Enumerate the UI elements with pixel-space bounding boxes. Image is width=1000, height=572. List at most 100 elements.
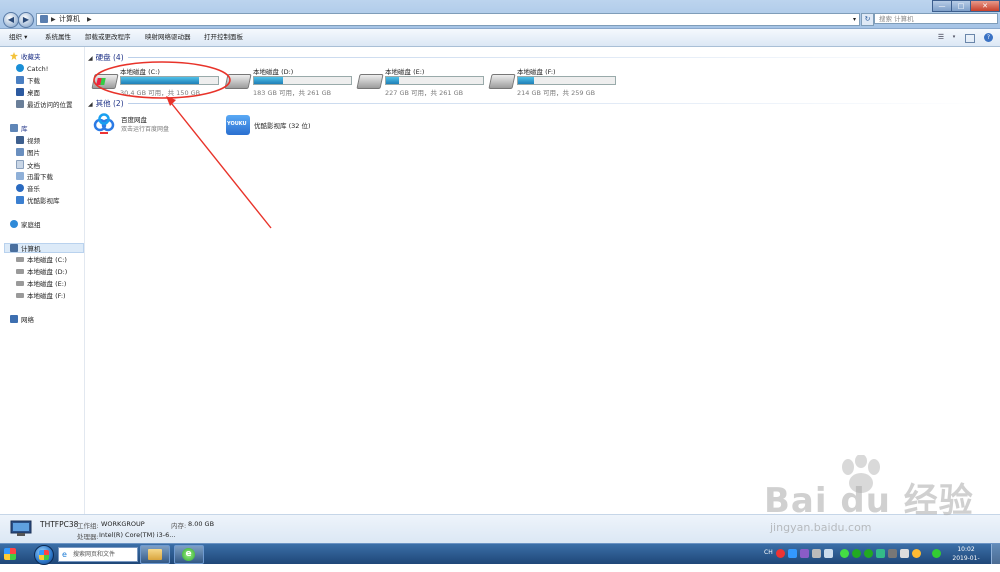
sidebar-item-catch[interactable]: Catch!	[16, 64, 48, 74]
chevron-down-icon[interactable]: ▾	[949, 33, 959, 42]
sidebar-item-drive-d[interactable]: 本地磁盘 (D:)	[16, 267, 67, 277]
drive-f[interactable]: 本地磁盘 (F:) 214 GB 可用，共 259 GB	[488, 66, 622, 98]
sidebar-computer[interactable]: 计算机	[4, 243, 84, 253]
network-icon	[10, 315, 18, 323]
taskbar: e 搜索网页和文件 e CH 10:02 2019-01-12	[0, 543, 1000, 571]
computer-name: THTFPC38	[40, 520, 79, 529]
cpu-value: Intel(R) Core(TM) i3-6...	[99, 531, 176, 539]
taskbar-search-input[interactable]: e 搜索网页和文件	[58, 547, 138, 562]
sidebar-favorites[interactable]: 收藏夹	[10, 52, 41, 62]
sidebar-item-music[interactable]: 音乐	[16, 184, 40, 194]
help-icon[interactable]: ?	[984, 33, 993, 42]
sidebar-item-documents[interactable]: 文档	[16, 160, 40, 170]
preview-pane-icon[interactable]	[965, 34, 975, 43]
cpu-label: 处理器:	[77, 533, 99, 541]
chevron-right-icon: ▶	[87, 16, 92, 23]
sidebar-item-thunder[interactable]: 迅雷下载	[16, 172, 53, 182]
clock[interactable]: 10:02 2019-01-12	[950, 545, 982, 572]
browser-icon: e	[182, 548, 195, 561]
chevron-down-icon[interactable]: ▾	[853, 14, 856, 25]
download-folder-icon	[16, 76, 24, 84]
system-drive-icon	[91, 74, 119, 89]
sidebar-item-drive-e[interactable]: 本地磁盘 (E:)	[16, 279, 66, 289]
baidu-netdisk[interactable]: 百度网盘 双击运行百度网盘	[93, 113, 213, 139]
settings-icon[interactable]	[812, 549, 821, 558]
wifi-icon[interactable]	[840, 549, 849, 558]
shield-icon[interactable]	[876, 549, 885, 558]
taskbar-ie[interactable]: e	[174, 545, 204, 564]
group-divider	[128, 57, 988, 58]
open-control-panel-button[interactable]: 打开控制面板	[204, 29, 243, 46]
sidebar-item-desktop[interactable]: 桌面	[16, 88, 40, 98]
catch-icon	[16, 64, 24, 72]
sidebar-library[interactable]: 库	[10, 124, 28, 134]
sidebar-item-youku[interactable]: 优酷影视库	[16, 196, 60, 206]
sogou-icon[interactable]	[776, 549, 785, 558]
drive-icon	[356, 74, 384, 89]
workgroup-value: WORKGROUP	[101, 520, 145, 528]
organize-menu[interactable]: 组织 ▾	[9, 29, 27, 46]
windows-logo-icon	[96, 78, 106, 85]
windows-logo-icon[interactable]	[4, 548, 16, 560]
drive-usage-bar	[253, 76, 352, 85]
hdd-group-header[interactable]: ◢ 硬盘 (4)	[88, 52, 124, 63]
close-button[interactable]: ✕	[970, 0, 1000, 12]
drive-d[interactable]: 本地磁盘 (D:) 183 GB 可用，共 261 GB	[224, 66, 358, 98]
navigation-pane: 收藏夹 Catch! 下载 桌面 最近访问的位置 库 视频 图片 文档 迅雷下载…	[0, 47, 85, 514]
flag-icon[interactable]	[900, 549, 909, 558]
drive-c[interactable]: 本地磁盘 (C:) 30.4 GB 可用，共 150 GB	[91, 66, 225, 98]
search-input[interactable]: 搜索 计算机	[874, 13, 998, 24]
app-tray-icon[interactable]	[932, 549, 941, 558]
sidebar-item-recent[interactable]: 最近访问的位置	[16, 100, 73, 110]
sidebar-item-drive-f[interactable]: 本地磁盘 (F:)	[16, 291, 66, 301]
notification-icon[interactable]	[824, 549, 833, 558]
minimize-button[interactable]: —	[932, 0, 952, 12]
sidebar-item-downloads[interactable]: 下载	[16, 76, 40, 86]
drive-usage-fill	[121, 77, 199, 84]
map-network-drive-button[interactable]: 映射网络驱动器	[145, 29, 191, 46]
address-field[interactable]: ▶ 计算机 ▶ ▾	[36, 13, 860, 26]
memory-label: 内存:	[171, 522, 187, 530]
baidu-netdisk-icon	[93, 113, 115, 134]
app-tray-icon[interactable]	[912, 549, 921, 558]
keyboard-icon[interactable]	[788, 549, 797, 558]
drive-icon	[16, 269, 24, 274]
drive-icon	[16, 293, 24, 298]
desktop-icon	[16, 88, 24, 96]
taskbar-explorer[interactable]	[140, 545, 170, 564]
back-button[interactable]: ◀	[3, 12, 19, 28]
other-group-header[interactable]: ◢ 其他 (2)	[88, 98, 124, 109]
drive-usage-fill	[386, 77, 399, 84]
maximize-button[interactable]: □	[951, 0, 971, 12]
chevron-right-icon: ▶	[51, 16, 56, 23]
drive-icon	[16, 281, 24, 286]
computer-icon	[40, 15, 48, 23]
refresh-button[interactable]: ↻	[861, 13, 874, 26]
sidebar-homegroup[interactable]: 家庭组	[10, 220, 41, 230]
uninstall-program-button[interactable]: 卸载或更改程序	[85, 29, 131, 46]
drive-usage-fill	[254, 77, 284, 84]
thunder-download-icon	[16, 172, 24, 180]
help-icon[interactable]	[800, 549, 809, 558]
show-desktop-button[interactable]	[991, 544, 1000, 564]
back-arrow-icon: ◀	[7, 15, 15, 24]
youku-folder-icon: YOUKU	[226, 115, 250, 135]
sidebar-item-videos[interactable]: 视频	[16, 136, 40, 146]
forward-button[interactable]: ▶	[18, 12, 34, 28]
sidebar-network[interactable]: 网络	[10, 315, 34, 325]
document-icon	[16, 160, 24, 169]
security-icon[interactable]	[864, 549, 873, 558]
network-icon[interactable]	[888, 549, 897, 558]
drive-e[interactable]: 本地磁盘 (E:) 227 GB 可用，共 261 GB	[356, 66, 490, 98]
language-indicator[interactable]: CH	[764, 549, 773, 556]
start-button[interactable]	[34, 545, 54, 565]
sidebar-item-drive-c[interactable]: 本地磁盘 (C:)	[16, 255, 67, 265]
windows-flag-icon	[39, 550, 49, 560]
sidebar-item-pictures[interactable]: 图片	[16, 148, 40, 158]
forward-arrow-icon: ▶	[22, 15, 30, 24]
folder-icon	[148, 549, 162, 560]
system-properties-button[interactable]: 系统属性	[45, 29, 71, 46]
youku-library[interactable]: YOUKU 优酷影视库 (32 位)	[226, 115, 346, 137]
view-options-icon[interactable]: ☰	[936, 33, 946, 42]
security-icon[interactable]	[852, 549, 861, 558]
